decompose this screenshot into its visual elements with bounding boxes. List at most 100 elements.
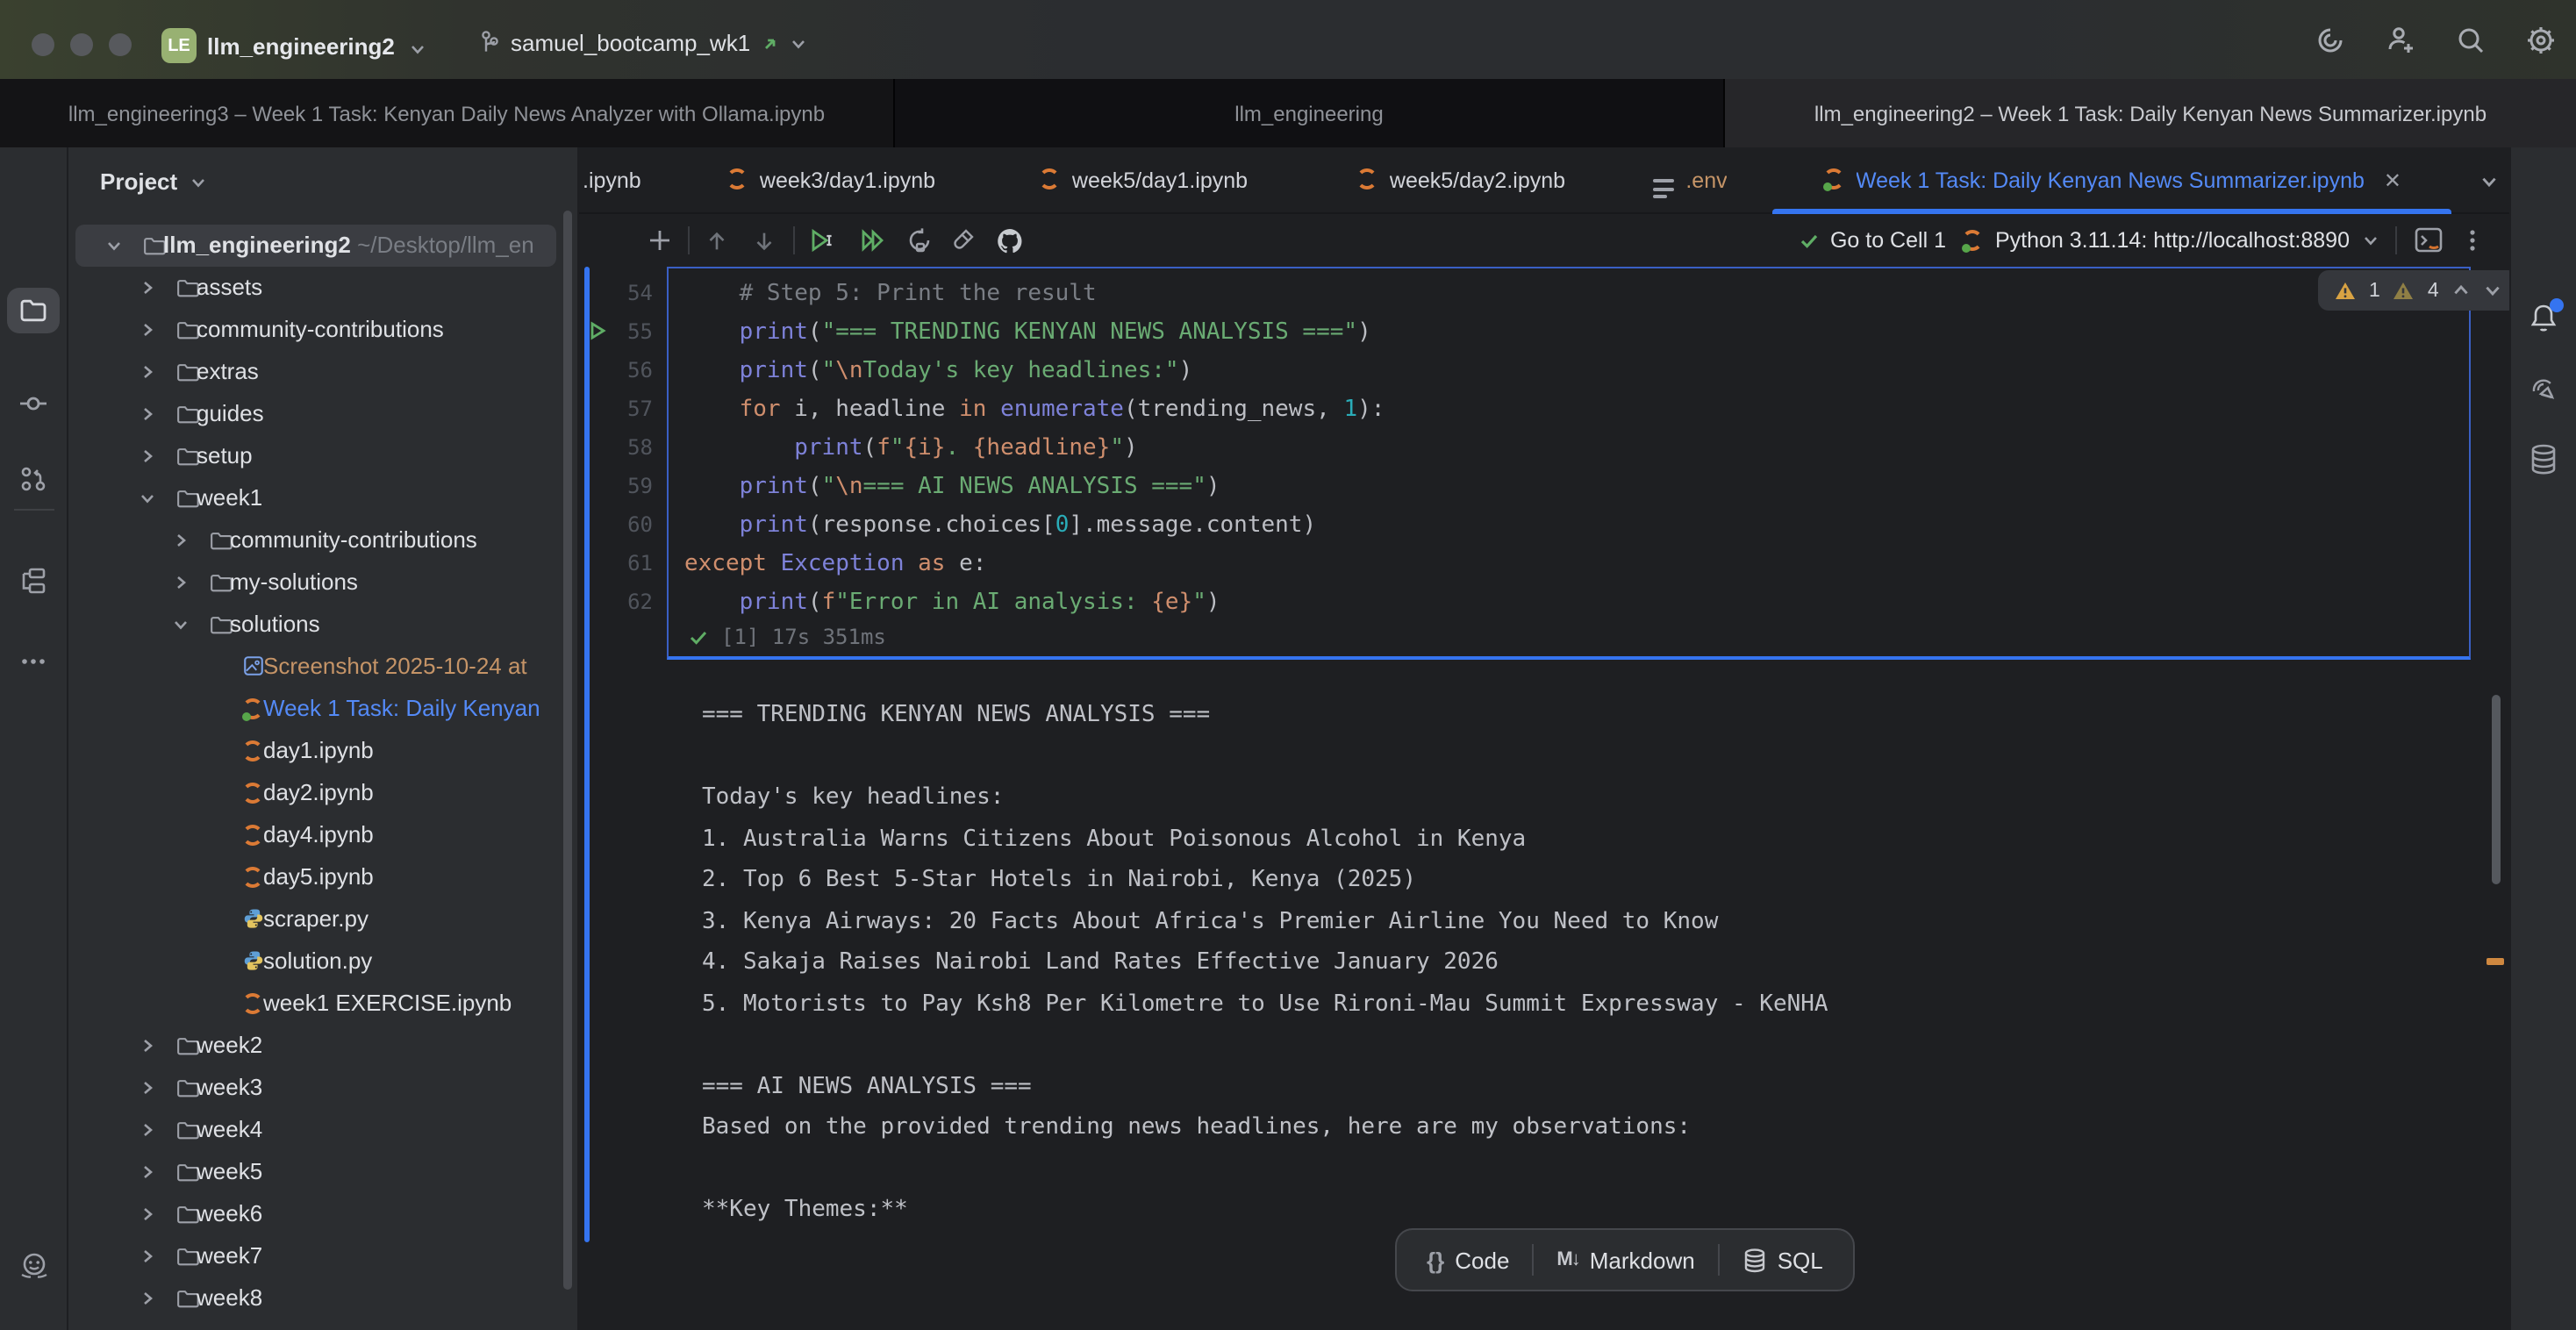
tree-item-my-solutions[interactable]: my-solutions xyxy=(68,561,577,604)
tree-item-week-1-task-daily-kenyan[interactable]: Week 1 Task: Daily Kenyan xyxy=(68,688,577,730)
tree-chevron-icon[interactable] xyxy=(139,1248,156,1265)
restart-kernel-icon[interactable] xyxy=(902,223,937,258)
tree-item-scraper-py[interactable]: scraper.py xyxy=(68,898,577,940)
tree-item-week7[interactable]: week7 xyxy=(68,1235,577,1277)
code-line[interactable]: print(f"{i}. {headline}") xyxy=(684,430,2469,468)
tree-item-setup[interactable]: setup xyxy=(68,435,577,477)
tree-item-screenshot-2025-10-24-at[interactable]: Screenshot 2025-10-24 at xyxy=(68,646,577,688)
code-line[interactable]: print(f"Error in AI analysis: {e}") xyxy=(684,584,2469,623)
notebook-content[interactable]: 545556575859606162 # Step 5: Print the r… xyxy=(579,267,2509,1330)
ai-chat-tool-button[interactable] xyxy=(2517,367,2570,412)
tree-chevron-icon[interactable] xyxy=(139,1079,156,1097)
code-line[interactable]: # Step 5: Print the result xyxy=(684,275,2469,314)
add-cell-icon[interactable] xyxy=(642,223,677,258)
project-chevron-down-icon[interactable] xyxy=(409,40,426,58)
notifications-bell-icon[interactable] xyxy=(2517,295,2570,340)
pull-requests-tool-button[interactable] xyxy=(7,456,60,502)
tree-chevron-icon[interactable] xyxy=(139,363,156,381)
tree-item-week1-exercise-ipynb[interactable]: week1 EXERCISE.ipynb xyxy=(68,983,577,1025)
code-line[interactable]: print("\n=== AI NEWS ANALYSIS ===") xyxy=(684,468,2469,507)
tree-item--env[interactable]: .env xyxy=(68,1319,577,1330)
ai-assistant-icon[interactable] xyxy=(2313,23,2348,58)
tree-chevron-icon[interactable] xyxy=(139,279,156,297)
project-tree-scrollbar[interactable] xyxy=(563,211,572,1290)
close-window-button[interactable] xyxy=(32,33,54,56)
editor-tab-week5-day1-ipynb[interactable]: week5/day1.ipynb xyxy=(1000,147,1286,214)
editor-tab-clipped[interactable]: .ipynb xyxy=(579,147,641,214)
tree-chevron-icon[interactable] xyxy=(139,1121,156,1139)
code-line[interactable]: print(response.choices[0].message.conten… xyxy=(684,507,2469,546)
editor-tab-week-1-task-daily-kenyan-news-summarizer-ipynb[interactable]: Week 1 Task: Daily Kenyan News Summarize… xyxy=(1772,147,2451,214)
tree-item-day5-ipynb[interactable]: day5.ipynb xyxy=(68,856,577,898)
project-panel-chevron-down-icon[interactable] xyxy=(190,174,207,191)
tree-item-solutions[interactable]: solutions xyxy=(68,604,577,646)
tree-chevron-icon[interactable] xyxy=(139,1163,156,1181)
add-user-icon[interactable] xyxy=(2383,23,2418,58)
tree-chevron-icon[interactable] xyxy=(139,490,156,507)
project-name[interactable]: llm_engineering2 xyxy=(207,33,395,60)
run-all-cells-icon[interactable] xyxy=(855,223,890,258)
inspections-widget[interactable]: 1 4 xyxy=(2318,270,2509,311)
editor-tab--env[interactable]: .env xyxy=(1635,147,1744,214)
tree-item-community-contributions[interactable]: community-contributions xyxy=(68,309,577,351)
move-cell-down-icon[interactable] xyxy=(746,223,781,258)
tree-chevron-icon[interactable] xyxy=(172,574,190,591)
structure-tool-button[interactable] xyxy=(7,558,60,604)
window-tab-llm-engineering[interactable]: llm_engineering xyxy=(895,79,1725,147)
jupyter-tool-button[interactable] xyxy=(7,1318,60,1330)
code-line[interactable]: for i, headline in enumerate(trending_ne… xyxy=(684,391,2469,430)
commit-tool-button[interactable] xyxy=(7,381,60,426)
next-warning-chevron-down-icon[interactable] xyxy=(2483,281,2502,300)
tree-item-solution-py[interactable]: solution.py xyxy=(68,940,577,983)
github-icon[interactable] xyxy=(991,223,1027,258)
vcs-branch-widget[interactable]: samuel_bootcamp_wk1 xyxy=(477,30,806,56)
tree-item-week2[interactable]: week2 xyxy=(68,1025,577,1067)
tree-chevron-icon[interactable] xyxy=(139,405,156,423)
tree-item-week1[interactable]: week1 xyxy=(68,477,577,519)
tree-item-week3[interactable]: week3 xyxy=(68,1067,577,1109)
tree-item-assets[interactable]: assets xyxy=(68,267,577,309)
tree-chevron-icon[interactable] xyxy=(139,1037,156,1055)
move-cell-up-icon[interactable] xyxy=(698,223,733,258)
jupyter-console-icon[interactable] xyxy=(2413,225,2444,256)
more-options-kebab-icon[interactable] xyxy=(2460,226,2485,254)
add-sql-cell-button[interactable]: SQL xyxy=(1720,1230,1846,1290)
tree-chevron-icon[interactable] xyxy=(139,1290,156,1307)
code-line[interactable]: except Exception as e: xyxy=(684,546,2469,584)
tree-item-week6[interactable]: week6 xyxy=(68,1193,577,1235)
branch-chevron-down-icon[interactable] xyxy=(789,34,806,52)
editor-tab-week5-day2-ipynb[interactable]: week5/day2.ipynb xyxy=(1316,147,1606,214)
add-code-cell-button[interactable]: {} Code xyxy=(1404,1230,1532,1290)
kernel-selector[interactable]: Python 3.11.14: http://localhost:8890 xyxy=(1962,228,2379,253)
ai-assistant-tool-button[interactable] xyxy=(7,1242,60,1288)
more-tools-button[interactable] xyxy=(7,639,60,684)
project-panel-header[interactable]: Project xyxy=(68,147,577,214)
add-markdown-cell-button[interactable]: M↓ Markdown xyxy=(1534,1230,1717,1290)
tree-chevron-icon[interactable] xyxy=(139,447,156,465)
tree-item-day2-ipynb[interactable]: day2.ipynb xyxy=(68,772,577,814)
tree-item-extras[interactable]: extras xyxy=(68,351,577,393)
tree-item-week5[interactable]: week5 xyxy=(68,1151,577,1193)
code-line[interactable]: print("\nToday's key headlines:") xyxy=(684,353,2469,391)
database-tool-button[interactable] xyxy=(2517,437,2570,483)
tree-chevron-icon[interactable] xyxy=(105,237,123,254)
tree-item-week8[interactable]: week8 xyxy=(68,1277,577,1319)
tree-item-llm-engineering2[interactable]: llm_engineering2 ~/Desktop/llm_en xyxy=(68,225,577,267)
run-line-gutter-icon[interactable] xyxy=(588,321,607,340)
tree-item-day4-ipynb[interactable]: day4.ipynb xyxy=(68,814,577,856)
minimize-window-button[interactable] xyxy=(70,33,93,56)
tree-chevron-icon[interactable] xyxy=(139,1205,156,1223)
window-controls[interactable] xyxy=(32,33,132,56)
code-cell[interactable]: # Step 5: Print the result print("=== TR… xyxy=(667,267,2471,660)
code-lines[interactable]: # Step 5: Print the result print("=== TR… xyxy=(669,268,2469,623)
settings-gear-icon[interactable] xyxy=(2523,23,2558,58)
code-line[interactable]: print("=== TRENDING KENYAN NEWS ANALYSIS… xyxy=(684,314,2469,353)
run-cell-icon[interactable] xyxy=(804,223,839,258)
tree-chevron-icon[interactable] xyxy=(172,532,190,549)
window-tab-llm-engineering3[interactable]: llm_engineering3 – Week 1 Task: Kenyan D… xyxy=(0,79,895,147)
tree-item-guides[interactable]: guides xyxy=(68,393,577,435)
window-tab-llm-engineering2-active[interactable]: llm_engineering2 – Week 1 Task: Daily Ke… xyxy=(1725,79,2576,147)
previous-warning-chevron-up-icon[interactable] xyxy=(2451,281,2471,300)
project-tool-button[interactable] xyxy=(7,288,60,333)
maximize-window-button[interactable] xyxy=(109,33,132,56)
